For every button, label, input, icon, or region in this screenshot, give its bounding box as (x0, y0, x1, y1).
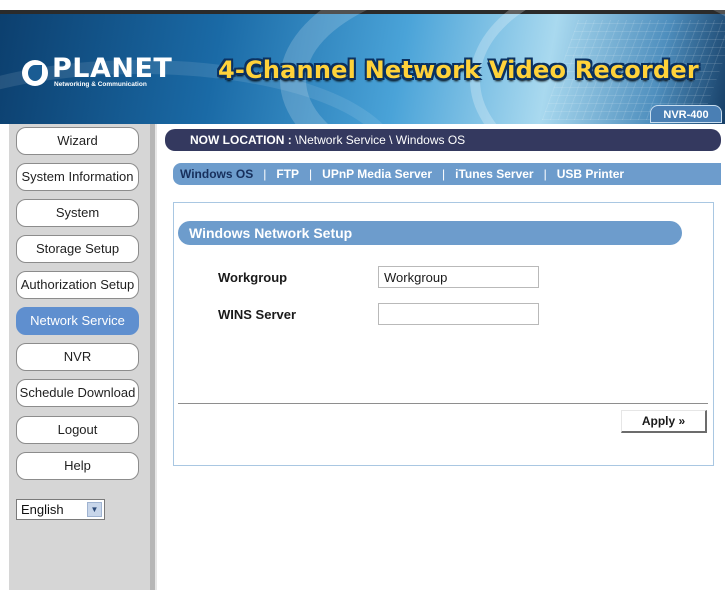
tab-itunes-server[interactable]: iTunes Server (455, 167, 533, 181)
sidebar-item-network-service[interactable]: Network Service (16, 307, 139, 335)
chevron-down-icon[interactable]: ▼ (87, 502, 102, 517)
sidebar-item-schedule-download[interactable]: Schedule Download (16, 379, 139, 407)
language-selected: English (21, 502, 64, 517)
workgroup-label: Workgroup (218, 270, 288, 285)
sidebar-item-system-information[interactable]: System Information (16, 163, 139, 191)
location-path: \Network Service \ Windows OS (295, 133, 466, 147)
sidebar-item-system[interactable]: System (16, 199, 139, 227)
sidebar-item-storage-setup[interactable]: Storage Setup (16, 235, 139, 263)
workgroup-input[interactable] (378, 266, 539, 288)
sidebar-item-wizard[interactable]: Wizard (16, 127, 139, 155)
tab-upnp-media-server[interactable]: UPnP Media Server (322, 167, 432, 181)
panel-divider (178, 403, 708, 404)
planet-logo-icon (22, 60, 48, 86)
tab-separator: | (543, 167, 547, 181)
sidebar-item-nvr[interactable]: NVR (16, 343, 139, 371)
logo-subtitle: Networking & Communication (54, 81, 147, 88)
tab-separator: | (309, 167, 313, 181)
logo-name: PLANET (52, 53, 173, 84)
location-prefix: NOW LOCATION : (190, 133, 292, 147)
sidebar-item-authorization-setup[interactable]: Authorization Setup (16, 271, 139, 299)
tab-usb-printer[interactable]: USB Printer (557, 167, 624, 181)
language-select[interactable]: English ▼ (16, 499, 105, 520)
tab-bar: Windows OS | FTP | UPnP Media Server | i… (173, 163, 721, 185)
wins-server-label: WINS Server (218, 307, 297, 322)
tab-separator: | (441, 167, 446, 181)
panel-title: Windows Network Setup (178, 221, 682, 245)
tab-ftp[interactable]: FTP (276, 167, 299, 181)
tab-windows-os[interactable]: Windows OS (180, 167, 253, 181)
windows-network-setup-panel: Windows Network Setup Workgroup WINS Ser… (173, 202, 714, 466)
location-bar: NOW LOCATION : \Network Service \ Window… (165, 129, 721, 151)
sidebar-item-logout[interactable]: Logout (16, 416, 139, 444)
sidebar-item-help[interactable]: Help (16, 452, 139, 480)
tab-separator: | (263, 167, 267, 181)
planet-logo: PLANET Networking & Communication (22, 53, 173, 89)
wins-server-input[interactable] (378, 303, 539, 325)
product-title: 4-Channel Network Video Recorder (218, 56, 699, 84)
model-badge: NVR-400 (650, 105, 722, 123)
apply-button[interactable]: Apply » (621, 410, 707, 433)
header-banner: PLANET Networking & Communication 4-Chan… (0, 10, 725, 124)
